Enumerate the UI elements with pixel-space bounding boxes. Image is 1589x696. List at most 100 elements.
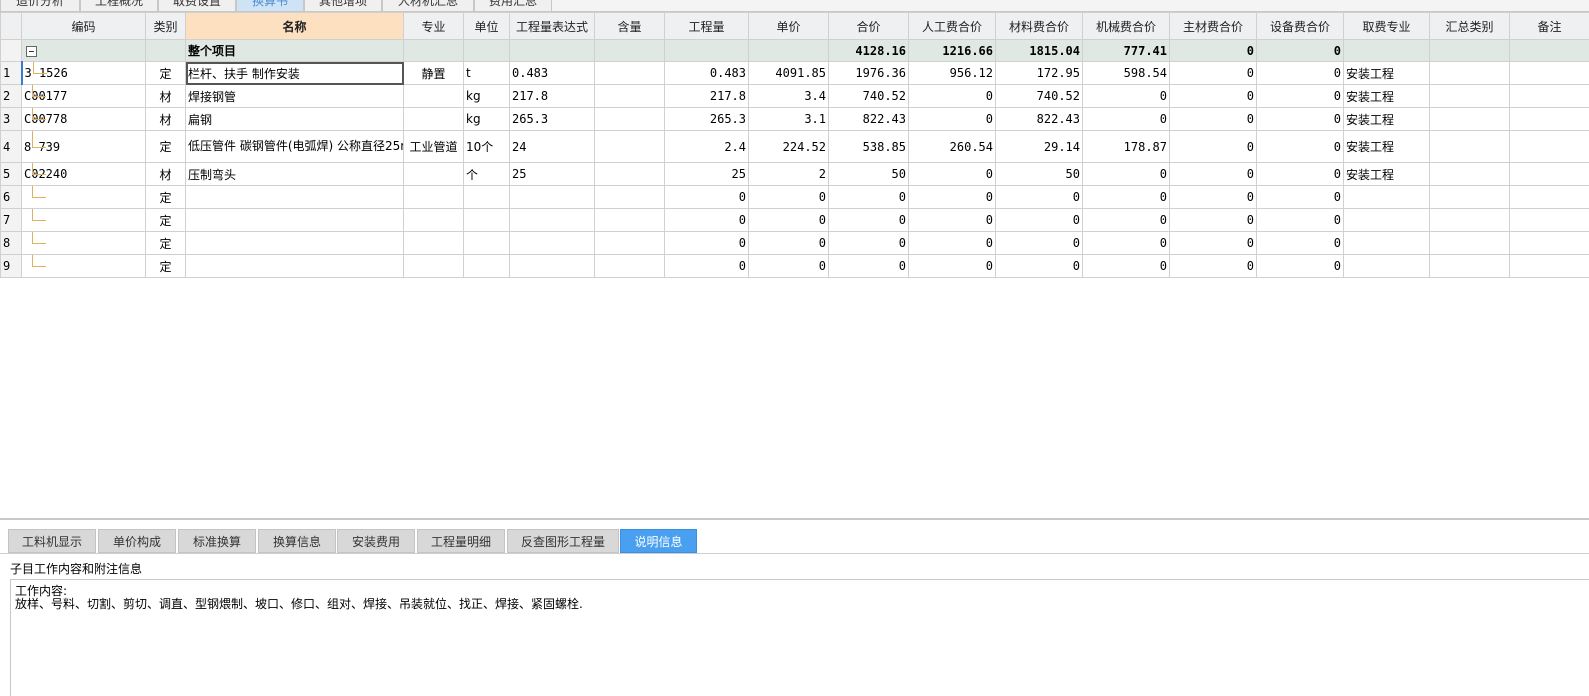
unit-cell[interactable]: t [463,61,510,85]
note-cell[interactable] [1509,185,1589,209]
type-cell[interactable]: 材 [145,107,186,131]
table-row[interactable]: 5 C02240 材 压制弯头 个 25 25 2 50 0 50 0 0 0 … [0,162,1589,186]
type-cell[interactable]: 定 [145,61,186,85]
fee-major-cell[interactable] [1343,254,1430,278]
price-cell[interactable]: 4091.85 [748,61,829,85]
col-header-type[interactable]: 类别 [145,12,186,40]
col-header-note[interactable]: 备注 [1509,12,1589,40]
code-cell[interactable]: C00778 [21,107,146,131]
major-cell[interactable] [403,107,464,131]
sum-type-cell[interactable] [1429,254,1510,278]
row-number[interactable]: 2 [0,84,22,108]
fee-major-cell[interactable] [1343,208,1430,232]
tab-description-info[interactable]: 说明信息 [620,529,697,553]
fee-major-cell[interactable] [1343,231,1430,255]
price-cell[interactable]: 0 [748,231,829,255]
tab-labor-material-machine[interactable]: 工料机显示 [8,529,96,553]
summary-name[interactable]: 整个项目 [185,39,404,62]
content-cell[interactable] [594,162,665,186]
name-cell[interactable]: 栏杆、扶手 制作安装 [185,61,404,85]
table-row[interactable]: 8 定 0 0 0 0 0 0 0 0 [0,231,1589,255]
tab-conversion-book[interactable]: 换算书 [236,0,304,11]
col-header-major[interactable]: 专业 [403,12,464,40]
tab-quantity-detail[interactable]: 工程量明细 [417,529,505,553]
col-header-main-material[interactable]: 主材费合价 [1169,12,1257,40]
corner-cell[interactable] [0,12,22,40]
content-cell[interactable] [594,208,665,232]
qty-cell[interactable]: 265.3 [664,107,749,131]
note-cell[interactable] [1509,61,1589,85]
code-cell[interactable] [21,231,146,255]
tab-cost-analysis[interactable]: 造价分析 [0,0,80,11]
sum-type-cell[interactable] [1429,130,1510,163]
col-header-total[interactable]: 合价 [828,12,909,40]
note-cell[interactable] [1509,254,1589,278]
row-number[interactable]: 3 [0,107,22,131]
expr-cell[interactable]: 217.8 [509,84,595,108]
col-header-equipment[interactable]: 设备费合价 [1256,12,1344,40]
price-cell[interactable]: 0 [748,254,829,278]
sum-type-cell[interactable] [1429,107,1510,131]
code-cell[interactable] [21,254,146,278]
tab-install-fee[interactable]: 安装费用 [337,529,415,553]
code-cell[interactable] [21,208,146,232]
major-cell[interactable] [403,162,464,186]
sum-type-cell[interactable] [1429,61,1510,85]
sum-type-cell[interactable] [1429,231,1510,255]
type-cell[interactable]: 材 [145,162,186,186]
expr-cell[interactable] [509,185,595,209]
content-cell[interactable] [594,231,665,255]
content-cell[interactable] [594,130,665,163]
fee-major-cell[interactable]: 安装工程 [1343,162,1430,186]
major-cell[interactable]: 工业管道 [403,130,464,163]
qty-cell[interactable]: 0 [664,231,749,255]
unit-cell[interactable] [463,254,510,278]
unit-cell[interactable] [463,231,510,255]
unit-cell[interactable]: 10个 [463,130,510,163]
price-cell[interactable]: 0 [748,185,829,209]
sum-type-cell[interactable] [1429,84,1510,108]
col-header-labor[interactable]: 人工费合价 [908,12,996,40]
qty-cell[interactable]: 0 [664,185,749,209]
table-row[interactable]: 7 定 0 0 0 0 0 0 0 0 [0,208,1589,232]
expr-cell[interactable]: 25 [509,162,595,186]
sum-type-cell[interactable] [1429,162,1510,186]
expr-cell[interactable]: 265.3 [509,107,595,131]
table-row[interactable]: 6 定 0 0 0 0 0 0 0 0 [0,185,1589,209]
fee-major-cell[interactable]: 安装工程 [1343,84,1430,108]
code-cell[interactable] [21,185,146,209]
name-cell[interactable] [185,208,404,232]
col-header-price[interactable]: 单价 [748,12,829,40]
col-header-name[interactable]: 名称 [185,12,404,40]
row-number[interactable]: 9 [0,254,22,278]
table-row[interactable]: 9 定 0 0 0 0 0 0 0 0 [0,254,1589,278]
price-cell[interactable]: 0 [748,208,829,232]
table-row[interactable]: 3 C00778 材 扁钢 kg 265.3 265.3 3.1 822.43 … [0,107,1589,131]
name-cell[interactable]: 低压管件 碳钢管件(电弧焊) 公称直径25mm以内 [185,130,404,163]
major-cell[interactable] [403,231,464,255]
note-cell[interactable] [1509,130,1589,163]
note-cell[interactable] [1509,208,1589,232]
col-header-unit[interactable]: 单位 [463,12,510,40]
name-cell[interactable] [185,254,404,278]
type-cell[interactable]: 定 [145,254,186,278]
qty-cell[interactable]: 0.483 [664,61,749,85]
content-cell[interactable] [594,185,665,209]
unit-cell[interactable] [463,208,510,232]
name-cell[interactable]: 扁钢 [185,107,404,131]
code-cell[interactable]: C00177 [21,84,146,108]
qty-cell[interactable]: 217.8 [664,84,749,108]
type-cell[interactable]: 定 [145,231,186,255]
row-number[interactable]: 5 [0,162,22,186]
code-cell[interactable]: C02240 [21,162,146,186]
major-cell[interactable] [403,254,464,278]
row-number[interactable]: 1 [0,61,23,85]
col-header-material[interactable]: 材料费合价 [995,12,1083,40]
price-cell[interactable]: 224.52 [748,130,829,163]
unit-cell[interactable] [463,185,510,209]
sum-type-cell[interactable] [1429,185,1510,209]
row-number[interactable]: 7 [0,208,22,232]
type-cell[interactable]: 材 [145,84,186,108]
content-cell[interactable] [594,61,665,85]
expr-cell[interactable]: 24 [509,130,595,163]
